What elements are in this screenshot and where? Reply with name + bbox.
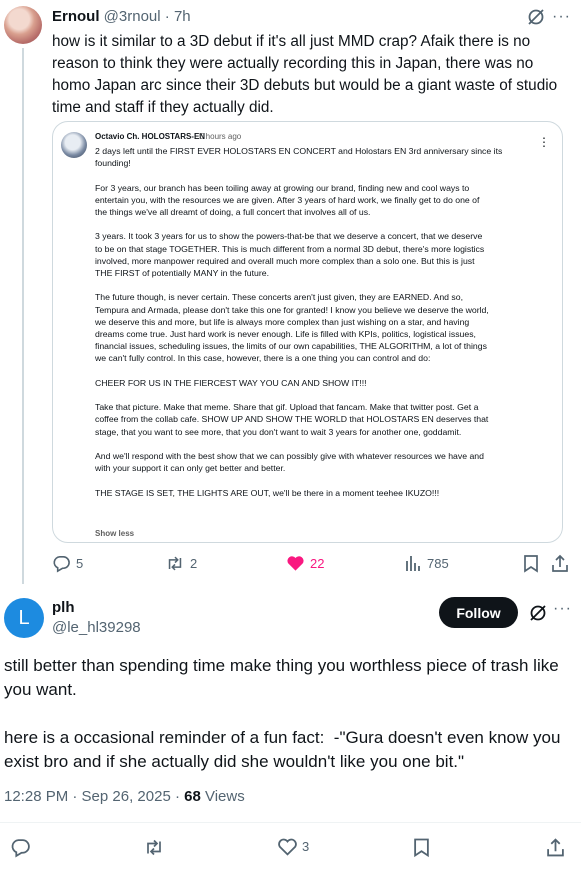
more-icon[interactable]: ··· bbox=[553, 600, 572, 618]
reply-icon bbox=[11, 839, 30, 858]
avatar[interactable]: L bbox=[4, 598, 44, 638]
like-button[interactable]: 3 bbox=[277, 837, 309, 856]
bookmark-icon bbox=[524, 555, 538, 573]
tweet-meta: 12:28 PM · Sep 26, 2025 · 68 Views bbox=[4, 788, 245, 805]
timestamp[interactable]: 12:28 PM · Sep 26, 2025 · bbox=[4, 788, 184, 805]
separator: · bbox=[164, 8, 170, 25]
view-count: 68 bbox=[184, 788, 201, 805]
vertical-dots-icon: ⋮ bbox=[538, 135, 550, 149]
thread-line bbox=[22, 48, 24, 584]
share-icon bbox=[547, 838, 564, 857]
reply-button[interactable] bbox=[10, 837, 31, 858]
follow-button[interactable]: Follow bbox=[439, 597, 518, 628]
grok-icon[interactable] bbox=[528, 603, 548, 623]
bookmark-button[interactable] bbox=[523, 554, 539, 573]
author-name[interactable]: plh bbox=[52, 599, 75, 616]
like-button[interactable]: 22 bbox=[286, 554, 324, 572]
tweet-time[interactable]: 7h bbox=[174, 8, 191, 25]
repost-count: 2 bbox=[190, 556, 198, 571]
grok-icon[interactable] bbox=[526, 7, 546, 27]
quote-body: 2 days left until the FIRST EVER HOLOSTA… bbox=[95, 146, 503, 498]
author-handle[interactable]: @3rnoul bbox=[104, 8, 161, 25]
like-count: 3 bbox=[302, 839, 310, 854]
like-count: 22 bbox=[310, 555, 325, 571]
author-handle[interactable]: @le_hl39298 bbox=[52, 619, 141, 636]
repost-icon bbox=[147, 839, 161, 856]
tweet-text: still better than spending time make thi… bbox=[4, 656, 561, 771]
share-icon bbox=[552, 554, 568, 572]
reply-button[interactable]: 5 bbox=[52, 554, 83, 573]
avatar-letter: L bbox=[18, 606, 30, 629]
quote-avatar bbox=[61, 132, 87, 158]
views-label: Views bbox=[200, 788, 245, 805]
quote-time: 5 hours ago bbox=[199, 132, 242, 141]
author-name[interactable]: Ernoul bbox=[52, 8, 100, 25]
view-count: 785 bbox=[427, 555, 449, 571]
share-button[interactable] bbox=[546, 837, 565, 858]
bookmark-button[interactable] bbox=[413, 837, 430, 858]
divider bbox=[0, 822, 581, 823]
show-less-link: Show less bbox=[95, 529, 135, 538]
quoted-image[interactable]: Octavio Ch. HOLOSTARS-EN 5 hours ago ⋮ 2… bbox=[52, 121, 563, 543]
tweet-text: how is it similar to a 3D debut if it's … bbox=[52, 33, 558, 116]
reply-count: 5 bbox=[76, 556, 84, 571]
repost-icon bbox=[168, 556, 182, 571]
repost-button[interactable] bbox=[143, 837, 165, 858]
reply-icon bbox=[53, 556, 70, 573]
heart-filled-icon bbox=[287, 556, 304, 571]
views-button[interactable]: 785 bbox=[404, 554, 449, 572]
quote-author: Octavio Ch. HOLOSTARS-EN bbox=[95, 132, 206, 141]
parent-tweet-header: Ernoul @3rnoul · 7h bbox=[52, 8, 191, 25]
bookmark-icon bbox=[414, 838, 429, 858]
avatar[interactable] bbox=[4, 6, 42, 44]
repost-button[interactable]: 2 bbox=[165, 554, 197, 573]
more-icon[interactable]: ··· bbox=[552, 8, 571, 26]
share-button[interactable] bbox=[551, 554, 569, 573]
heart-icon bbox=[278, 838, 297, 856]
analytics-icon bbox=[406, 556, 420, 571]
